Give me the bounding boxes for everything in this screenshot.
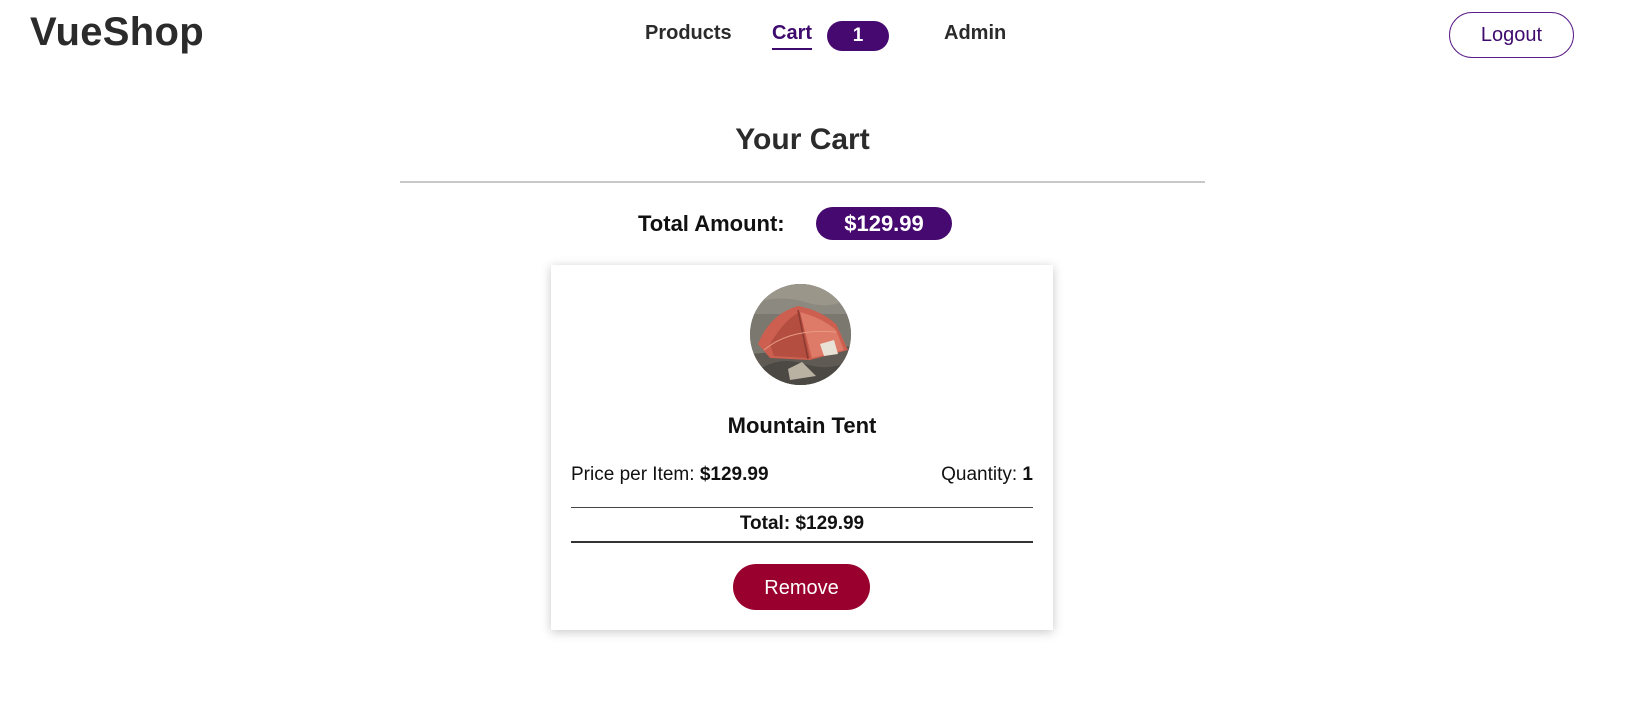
cart-count-badge: 1 — [827, 21, 889, 51]
product-name: Mountain Tent — [727, 413, 877, 438]
nav-link-products[interactable]: Products — [645, 22, 732, 45]
item-total: Total: $129.99 — [739, 513, 865, 534]
quantity-label: Quantity: — [941, 464, 1018, 485]
cart-item-card: Mountain Tent Price per Item: $129.99 Qu… — [551, 265, 1053, 630]
nav-link-admin[interactable]: Admin — [944, 22, 1006, 45]
tent-photo-icon — [750, 284, 851, 385]
page-title: Your Cart — [735, 123, 870, 156]
total-amount-label: Total Amount: — [638, 211, 785, 236]
price-per-item: Price per Item: $129.99 — [571, 464, 769, 486]
top-header: VueShop Products Cart 1 Admin Logout — [0, 0, 1645, 72]
total-amount-badge: $129.99 — [816, 207, 952, 240]
price-label: Price per Item: — [571, 464, 695, 485]
quantity-value: 1 — [1022, 464, 1033, 485]
main-nav: Products Cart 1 Admin — [0, 0, 1645, 72]
total-divider-top — [571, 507, 1033, 508]
price-value: $129.99 — [699, 464, 769, 485]
tent-photo-graphic — [750, 284, 851, 385]
remove-item-button[interactable]: Remove — [733, 564, 870, 610]
logout-button[interactable]: Logout — [1449, 12, 1574, 58]
quantity: Quantity: 1 — [941, 464, 1033, 486]
cart-total-row: Total Amount: $129.99 — [0, 207, 1645, 241]
title-divider — [400, 181, 1205, 183]
nav-link-cart[interactable]: Cart — [772, 22, 813, 50]
total-divider-bottom — [571, 541, 1033, 543]
